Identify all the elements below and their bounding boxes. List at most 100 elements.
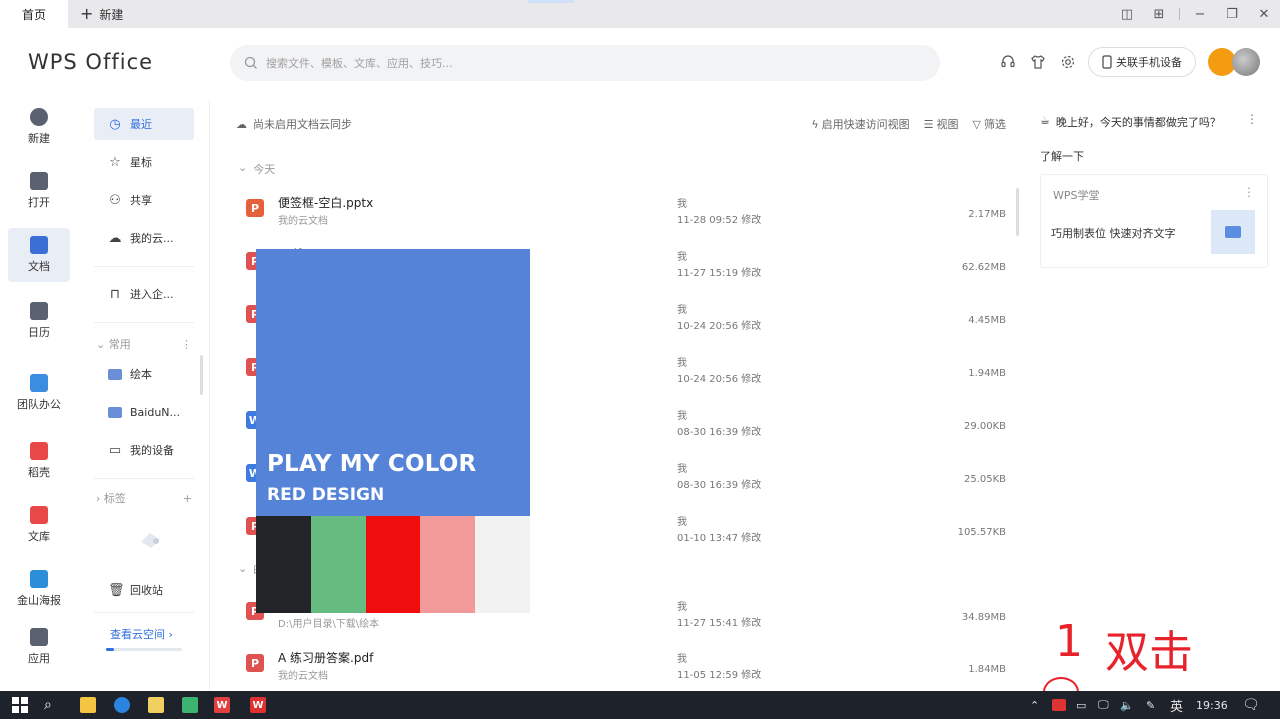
search-input[interactable] — [266, 56, 866, 70]
wps-taskbar-icon[interactable]: W — [250, 697, 266, 713]
rail-item-0[interactable]: 新建 — [8, 100, 70, 154]
file-modified-time: 08-30 16:39 修改 — [677, 427, 762, 438]
close-button[interactable]: ✕ — [1248, 0, 1280, 28]
search-icon[interactable]: ⌕ — [44, 697, 60, 713]
windows-start-icon[interactable] — [12, 697, 28, 713]
view-button[interactable]: ☰ 视图 — [924, 116, 959, 132]
layout-toggle-icon[interactable]: ◫ — [1111, 0, 1143, 28]
more-vertical-icon[interactable]: ⋮ — [181, 338, 192, 351]
restore-button[interactable]: ❐ — [1216, 0, 1248, 28]
file-location: 我的云文档 — [278, 671, 328, 682]
file-modified-time: 01-10 13:47 修改 — [677, 533, 762, 544]
battery-icon[interactable]: ▭ — [1076, 691, 1086, 719]
file-list-scrollbar[interactable] — [1016, 188, 1019, 236]
file-toolbar: ☁ 尚未启用文档云同步 ϟ 启用快速访问视图 ☰ 视图 ▽ 筛选 — [236, 116, 1006, 134]
nav-tags-section[interactable]: › 标签 + — [96, 490, 192, 506]
more-vertical-icon[interactable]: ⋮ — [1243, 185, 1255, 199]
grid-view-icon[interactable]: ⊞ — [1143, 0, 1175, 28]
wps-logo: WPS Office — [28, 50, 154, 74]
tab-home[interactable]: 首页 — [0, 0, 68, 28]
app-icon[interactable] — [182, 697, 198, 713]
rail-item-6[interactable]: 文库 — [8, 498, 70, 552]
nav-tags-label: 标签 — [103, 492, 126, 505]
view-cloud-space-link[interactable]: 查看云空间 › — [110, 626, 173, 642]
settings-gear-icon[interactable] — [1058, 52, 1078, 72]
notification-icon[interactable]: 🗨 — [1242, 691, 1260, 719]
rail-item-3[interactable]: 日历 — [8, 294, 70, 348]
link-phone-button[interactable]: 关联手机设备 — [1088, 47, 1196, 77]
chevron-down-icon: ⌄ — [238, 161, 248, 174]
tray-overflow-icon[interactable]: ⌃ — [1030, 691, 1039, 719]
nav-scrollbar[interactable] — [200, 355, 203, 395]
nav-mycloud-label: 我的云... — [130, 232, 174, 245]
nav-share-label: 共享 — [130, 194, 152, 207]
group-header-today[interactable]: ⌄ 今天 — [238, 161, 275, 177]
clock[interactable]: 19:36 — [1196, 691, 1228, 719]
rail-item-4[interactable]: 团队办公 — [8, 366, 70, 420]
nav-my-device[interactable]: ▭ 我的设备 — [94, 434, 194, 466]
nav-recent[interactable]: ◷ 最近 — [94, 108, 194, 140]
rail-item-label: 文档 — [28, 260, 50, 273]
pen-icon[interactable]: ✎ — [1146, 691, 1155, 719]
tab-new[interactable]: + 新建 — [80, 0, 123, 28]
file-modified-time: 10-24 20:56 修改 — [677, 374, 762, 385]
file-explorer-icon[interactable] — [80, 697, 96, 713]
tab-home-label: 首页 — [21, 7, 46, 22]
folder-icon — [108, 406, 122, 418]
file-row[interactable]: P A 练习册答案.pdf 我的云文档 我 11-05 12:59 修改 1.84MB — [232, 640, 1022, 692]
rail-item-label: 新建 — [28, 132, 50, 145]
nav-trash[interactable]: 🗑 回收站 — [94, 574, 194, 606]
nav-star[interactable]: ☆ 星标 — [94, 146, 194, 178]
nav-divider — [94, 612, 194, 613]
browser-icon[interactable] — [114, 697, 130, 713]
filter-button[interactable]: ▽ 筛选 — [973, 116, 1006, 132]
rail-item-8[interactable]: 应用 — [8, 620, 70, 674]
file-type-icon: P — [246, 654, 264, 672]
wps-tray-icon[interactable] — [1052, 691, 1066, 719]
rail-item-2[interactable]: 文档 — [8, 228, 70, 282]
rail-icon — [30, 506, 48, 524]
rail-item-label: 团队办公 — [17, 398, 61, 411]
headset-icon[interactable] — [998, 52, 1018, 72]
file-row[interactable]: P 便签框-空白.pptx 我的云文档 我 11-28 09:52 修改 2.17MB — [232, 185, 1022, 237]
learn-more-link[interactable]: 了解一下 — [1040, 148, 1084, 164]
add-tag-icon[interactable]: + — [183, 492, 192, 505]
rail-item-7[interactable]: 金山海报 — [8, 562, 70, 616]
rail-icon — [30, 628, 48, 646]
user-avatar[interactable] — [1232, 48, 1260, 76]
cloud-sync-status[interactable]: ☁ 尚未启用文档云同步 — [236, 116, 352, 132]
nav-enterprise[interactable]: ⊓ 进入企... — [94, 278, 194, 310]
skin-shirt-icon[interactable] — [1028, 52, 1048, 72]
nav-folder-baidu[interactable]: BaiduN... — [94, 396, 194, 428]
more-vertical-icon[interactable]: ⋮ — [1246, 112, 1258, 126]
annotation-text: 双击 — [1105, 627, 1193, 678]
search-bar[interactable] — [230, 45, 940, 81]
template-preview-popup[interactable]: PLAY MY COLOR RED DESIGN — [256, 249, 530, 613]
app-icon[interactable] — [148, 697, 164, 713]
nav-common-section[interactable]: ⌄ 常用 ⋮ — [96, 336, 192, 352]
quick-access-button[interactable]: ϟ 启用快速访问视图 — [811, 116, 909, 132]
link-phone-label: 关联手机设备 — [1116, 56, 1182, 69]
volume-icon[interactable]: 🔈 — [1120, 691, 1134, 719]
network-icon[interactable]: 🖵 — [1098, 691, 1109, 719]
tab-bar: 首页 + 新建 ◫ ⊞ − ❐ ✕ — [0, 0, 1280, 28]
windows-taskbar: ⌕ W W ⌃ ▭ 🖵 🔈 ✎ 英 19:36 🗨 — [0, 691, 1280, 719]
rail-item-5[interactable]: 稻壳 — [8, 434, 70, 488]
video-thumbnail-icon[interactable] — [1211, 210, 1255, 254]
cloud-sync-icon: ☁ — [236, 117, 247, 131]
file-location: D:\用户目录\下载\绘本 — [278, 619, 380, 630]
file-modified-time: 10-24 20:56 修改 — [677, 321, 762, 332]
tab-new-label: 新建 — [99, 7, 124, 22]
wps-academy-card[interactable]: WPS学堂 ⋮ 巧用制表位 快速对齐文字 — [1040, 174, 1268, 268]
video-play-icon — [1225, 226, 1241, 238]
ime-indicator[interactable]: 英 — [1170, 691, 1183, 719]
nav-mycloud[interactable]: ☁ 我的云... — [94, 222, 194, 254]
nav-folder-huiben[interactable]: 绘本 — [94, 358, 194, 390]
wps-writer-taskbar-icon[interactable]: W — [214, 697, 230, 713]
filter-label: 筛选 — [984, 118, 1006, 131]
rail-item-1[interactable]: 打开 — [8, 164, 70, 218]
nav-share[interactable]: ⚇ 共享 — [94, 184, 194, 216]
file-modified-time: 11-27 15:19 修改 — [677, 268, 762, 279]
minimize-button[interactable]: − — [1184, 0, 1216, 28]
color-swatches — [256, 516, 530, 613]
